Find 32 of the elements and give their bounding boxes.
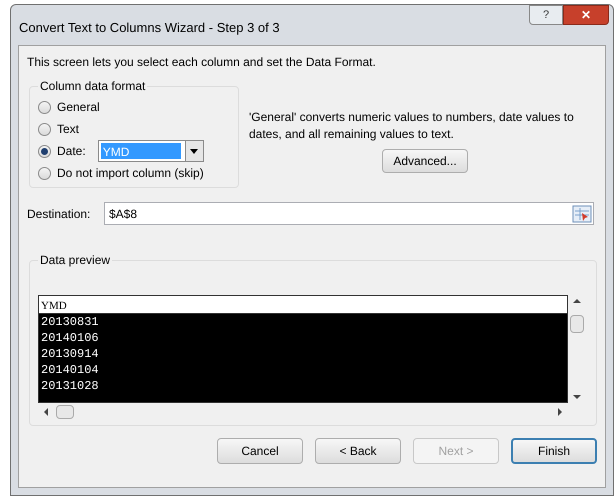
- preview-value: 20140106: [40, 330, 100, 346]
- radio-option[interactable]: Text: [38, 120, 80, 138]
- group-title: Data preview: [39, 252, 112, 269]
- column-data[interactable]: 20130831 20140106 20130914 20140104 20131028: [39, 314, 567, 402]
- help-button[interactable]: ?: [529, 5, 563, 25]
- preview-value: 20130914: [40, 346, 100, 362]
- preview-value: 20131028: [40, 378, 100, 394]
- scroll-thumb[interactable]: [570, 315, 584, 333]
- description-text: 'General' converts numeric values to numbers, date values to dates, and all remaining values to text.: [249, 109, 575, 143]
- group-title: Column data format: [39, 78, 146, 95]
- scroll-thumb[interactable]: [56, 405, 74, 419]
- dialog-button[interactable]: Cancel: [217, 438, 303, 464]
- destination-label: Destination:: [27, 206, 92, 222]
- scroll-right-arrow[interactable]: [558, 408, 562, 416]
- range-picker-icon[interactable]: [572, 204, 592, 222]
- preview-value: 20130831: [40, 314, 100, 330]
- intro-text: This screen lets you select each column and set the Data Format.: [27, 54, 377, 71]
- dialog-button[interactable]: < Back: [315, 438, 401, 464]
- preview-value: 20140104: [40, 362, 100, 378]
- radio-option[interactable]: General: [38, 98, 100, 116]
- scroll-up-arrow[interactable]: [573, 299, 581, 303]
- advanced-button[interactable]: Advanced...: [382, 149, 468, 173]
- scroll-down-arrow[interactable]: [573, 395, 581, 399]
- dialog-button[interactable]: Finish: [511, 438, 597, 464]
- window-title: Convert Text to Columns Wizard - Step 3 of 3: [19, 19, 280, 37]
- radio-option[interactable]: Do not import column (skip): [38, 164, 204, 182]
- field-value: $A$8: [109, 206, 138, 222]
- radio-option[interactable]: Date:: [38, 142, 86, 160]
- destination-field[interactable]: $A$8: [104, 202, 594, 225]
- dropdown-arrow-icon[interactable]: [190, 148, 198, 154]
- close-button[interactable]: ✕: [563, 5, 609, 25]
- scroll-left-arrow[interactable]: [44, 408, 48, 416]
